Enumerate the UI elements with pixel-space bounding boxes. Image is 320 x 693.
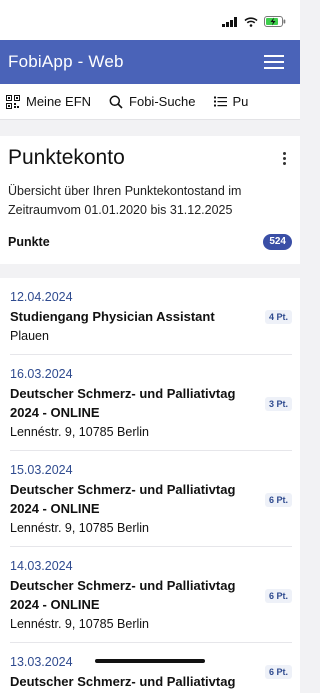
entry-date: 12.04.2024 <box>10 290 73 304</box>
entry-title: Deutscher Schmerz- und Palliativtag 2024… <box>10 578 236 612</box>
tab-meine-efn[interactable]: Meine EFN <box>0 94 103 109</box>
entry-points-badge: 6 Pt. <box>264 492 292 507</box>
nav-tabs: Meine EFN Fobi-Suche Pu <box>0 84 300 120</box>
entry-location: Lennéstr. 9, 10785 Berlin <box>10 425 149 439</box>
qr-code-icon <box>6 94 20 109</box>
points-label: Punkte <box>8 235 50 249</box>
more-options-icon <box>282 151 286 155</box>
hamburger-menu-button[interactable] <box>262 50 286 74</box>
tab-fobi-suche-label: Fobi-Suche <box>129 94 196 109</box>
entry-points-badge: 4 Pt. <box>264 310 292 324</box>
wifi-icon <box>244 16 258 27</box>
entry-points-badge: 6 Pt. <box>264 665 292 679</box>
tab-punktekonto[interactable]: Pu <box>208 94 261 109</box>
page-title: Punktekonto <box>8 146 125 169</box>
tab-punktekonto-label: Pu <box>232 94 249 109</box>
entry-title: Deutscher Schmerz- und Palliativtag 2024… <box>10 482 236 516</box>
entry-date: 16.03.2024 <box>10 367 73 381</box>
list-item[interactable]: 12.04.2024 Studiengang Physician Assista… <box>10 278 292 355</box>
entry-location: Lennéstr. 9, 10785 Berlin <box>10 617 149 631</box>
search-icon <box>109 95 123 109</box>
card-header: Punktekonto <box>8 146 292 170</box>
entry-title: Deutscher Schmerz- und Palliativtag 2024… <box>10 386 236 420</box>
status-bar <box>0 0 300 40</box>
entry-points-badge: 6 Pt. <box>264 588 292 603</box>
list-item[interactable]: 14.03.2024 Deutscher Schmerz- und Pallia… <box>10 547 292 643</box>
account-description: Übersicht über Ihren Punktekontostand im… <box>8 184 242 217</box>
tab-fobi-suche[interactable]: Fobi-Suche <box>103 94 207 109</box>
entry-location: Lennéstr. 9, 10785 Berlin <box>10 521 149 535</box>
points-entries-list: 12.04.2024 Studiengang Physician Assista… <box>0 278 300 693</box>
entry-title: Studiengang Physician Assistant <box>10 309 215 324</box>
battery-charging-icon <box>264 16 286 27</box>
app-title: FobiApp - Web <box>8 52 124 71</box>
app-bar: FobiApp - Web <box>0 40 300 84</box>
points-total-badge: 524 <box>263 234 292 250</box>
points-row: Punkte 524 <box>8 234 292 256</box>
more-options-button[interactable] <box>276 148 292 168</box>
list-icon <box>213 96 227 107</box>
home-indicator <box>95 659 205 663</box>
list-item[interactable]: 13.03.2024 Deutscher Schmerz- und Pallia… <box>10 643 292 693</box>
entry-date: 15.03.2024 <box>10 463 73 477</box>
entry-date: 14.03.2024 <box>10 559 73 573</box>
list-item[interactable]: 16.03.2024 Deutscher Schmerz- und Pallia… <box>10 355 292 451</box>
account-summary-card: Punktekonto Übersicht über Ihren Punktek… <box>0 136 300 264</box>
status-icons <box>222 16 286 27</box>
tab-meine-efn-label: Meine EFN <box>26 94 92 109</box>
entry-points-badge: 3 Pt. <box>264 396 292 411</box>
entry-location: Plauen <box>10 329 49 343</box>
entry-title: Deutscher Schmerz- und Palliativtag <box>10 674 236 689</box>
list-item[interactable]: 15.03.2024 Deutscher Schmerz- und Pallia… <box>10 451 292 547</box>
hamburger-menu-icon <box>264 55 284 69</box>
cellular-signal-icon <box>222 16 237 27</box>
